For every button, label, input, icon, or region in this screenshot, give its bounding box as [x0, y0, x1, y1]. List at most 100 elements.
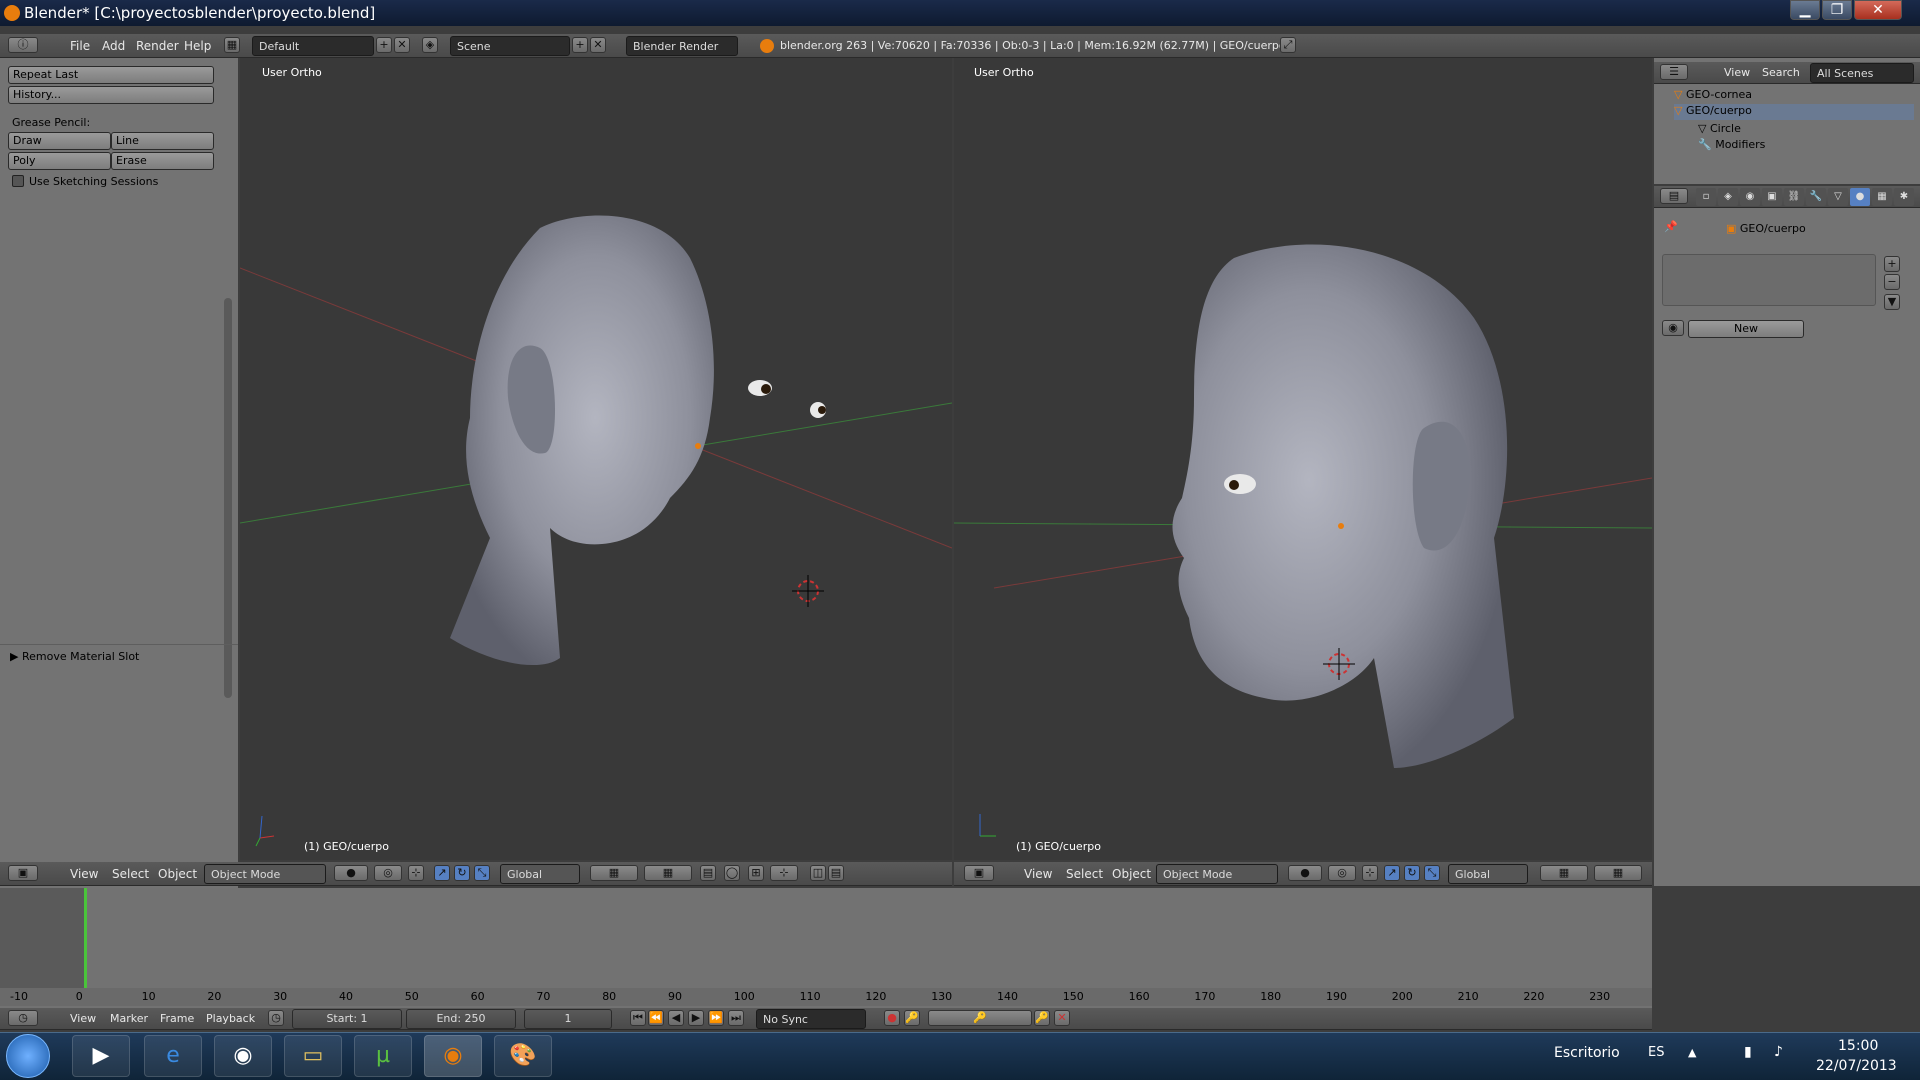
keying-set-icon[interactable]: 🔑 — [904, 1010, 920, 1026]
maximize-button[interactable]: ❐ — [1822, 0, 1852, 20]
viewport-right[interactable]: User Ortho (1) GEO/cuerpo — [954, 58, 1652, 860]
timeline-frame-menu[interactable]: Frame — [160, 1012, 194, 1025]
play-icon[interactable]: ▶ — [688, 1010, 704, 1026]
rotate-icon[interactable]: ↻ — [454, 865, 470, 881]
end-frame-field[interactable]: End: 250 — [406, 1009, 516, 1029]
history-button[interactable]: History... — [8, 86, 214, 104]
timeline-ruler[interactable]: -10 0 10 20 30 40 50 60 70 80 90 100 110 120 130 140 150… — [0, 988, 1652, 1006]
object-menu[interactable]: Object — [1112, 867, 1151, 881]
scale-icon[interactable]: ⤡ — [1424, 865, 1440, 881]
delete-keyframe-icon[interactable]: ✕ — [1054, 1010, 1070, 1026]
keying-set-field-icon[interactable]: 🔑 — [928, 1010, 1032, 1026]
operator-panel-header[interactable]: ▶ Remove Material Slot — [10, 650, 139, 663]
shading-icon[interactable]: ● — [1288, 865, 1322, 881]
start-frame-field[interactable]: Start: 1 — [292, 1009, 402, 1029]
delete-scene-icon[interactable]: ✕ — [590, 37, 606, 53]
utorrent-icon[interactable]: µ — [354, 1035, 412, 1077]
record-icon[interactable]: ● — [884, 1010, 900, 1026]
preview-range-icon[interactable]: ◷ — [268, 1010, 284, 1026]
insert-keyframe-icon[interactable]: 🔑 — [1034, 1010, 1050, 1026]
current-frame-field[interactable]: 1 — [524, 1009, 612, 1029]
material-tab-icon[interactable]: ● — [1850, 188, 1870, 206]
manipulator-icon[interactable]: ⊹ — [1362, 865, 1378, 881]
scene-icon[interactable]: ◈ — [422, 37, 438, 53]
timeline-area[interactable]: -10 0 10 20 30 40 50 60 70 80 90 100 110 120 130 140 150… — [0, 888, 1652, 1010]
chrome-icon[interactable]: ◉ — [214, 1035, 272, 1077]
show-desktop-label[interactable]: Escritorio — [1554, 1045, 1620, 1061]
rotate-icon[interactable]: ↻ — [1404, 865, 1420, 881]
slot-menu-icon[interactable]: ▼ — [1884, 294, 1900, 310]
jump-start-icon[interactable]: ⏮ — [630, 1010, 646, 1026]
erase-button[interactable]: Erase — [111, 152, 214, 170]
modifiers-tab-icon[interactable]: 🔧 — [1806, 188, 1826, 206]
data-tab-icon[interactable]: ▽ — [1828, 188, 1848, 206]
language-indicator[interactable]: ES — [1648, 1045, 1664, 1060]
transform-orientation-select[interactable]: Global — [1448, 864, 1528, 884]
menu-render[interactable]: Render — [136, 39, 179, 53]
play-reverse-icon[interactable]: ◀ — [668, 1010, 684, 1026]
editor-type-icon[interactable]: ▣ — [8, 865, 38, 881]
snap-icon[interactable]: ⊞ — [748, 865, 764, 881]
timeline-view-menu[interactable]: View — [70, 1012, 96, 1025]
scene-field[interactable]: Scene — [450, 36, 570, 56]
select-menu[interactable]: Select — [1066, 867, 1103, 881]
outliner-item[interactable]: ▽ Circle — [1698, 122, 1898, 138]
outliner-search-menu[interactable]: Search — [1762, 66, 1800, 79]
layers2-icon[interactable]: ▦ — [1594, 865, 1642, 881]
render-icon[interactable]: ◫ — [810, 865, 826, 881]
toolshelf-scrollbar[interactable] — [224, 298, 232, 698]
render-engine-select[interactable]: Blender Render — [626, 36, 738, 56]
line-button[interactable]: Line — [111, 132, 214, 150]
editor-type-icon[interactable]: ▤ — [1660, 188, 1688, 204]
tray-arrow-icon[interactable]: ▲ — [1688, 1046, 1696, 1059]
pivot-icon[interactable]: ◎ — [374, 865, 402, 881]
editor-type-icon[interactable]: ⓘ — [8, 37, 38, 53]
shading-icon[interactable]: ● — [334, 865, 368, 881]
menu-help[interactable]: Help — [184, 39, 211, 53]
translate-icon[interactable]: ↗ — [1384, 865, 1400, 881]
outliner-item[interactable]: ▽ GEO-cornea — [1674, 88, 1914, 104]
material-slot-list[interactable] — [1662, 254, 1876, 306]
menu-file[interactable]: File — [70, 39, 90, 53]
particles-tab-icon[interactable]: ✱ — [1894, 188, 1914, 206]
manipulator-icon[interactable]: ⊹ — [408, 865, 424, 881]
mode-select[interactable]: Object Mode — [1156, 864, 1278, 884]
jump-keyframe-back-icon[interactable]: ⏪ — [648, 1010, 664, 1026]
layers2-icon[interactable]: ▦ — [644, 865, 692, 881]
use-sketching-checkbox[interactable] — [12, 175, 24, 187]
scale-icon[interactable]: ⤡ — [474, 865, 490, 881]
add-scene-icon[interactable]: + — [572, 37, 588, 53]
clock-time[interactable]: 15:00 — [1838, 1038, 1878, 1054]
media-player-icon[interactable]: ▶ — [72, 1035, 130, 1077]
translate-icon[interactable]: ↗ — [434, 865, 450, 881]
close-button[interactable]: ✕ — [1854, 0, 1902, 20]
timeline-marker-menu[interactable]: Marker — [110, 1012, 148, 1025]
remove-slot-icon[interactable]: − — [1884, 274, 1900, 290]
viewport-left[interactable]: User Ortho (1) GEO/cuerpo — [240, 58, 952, 860]
paint-icon[interactable]: 🎨 — [494, 1035, 552, 1077]
screen-layout-field[interactable]: Default — [252, 36, 374, 56]
blender-taskbar-icon[interactable]: ◉ — [424, 1035, 482, 1077]
jump-end-icon[interactable]: ⏭ — [728, 1010, 744, 1026]
volume-icon[interactable]: ♪ — [1774, 1044, 1783, 1060]
object-tab-icon[interactable]: ▣ — [1762, 188, 1782, 206]
fullscreen-icon[interactable]: ⤢ — [1280, 37, 1296, 53]
mode-select[interactable]: Object Mode — [204, 864, 326, 884]
render-tab-icon[interactable]: ▫ — [1696, 188, 1716, 206]
pin-icon[interactable]: 📌 — [1664, 220, 1678, 233]
outliner-item[interactable]: 🔧 Modifiers — [1698, 138, 1898, 154]
timeline-playback-menu[interactable]: Playback — [206, 1012, 255, 1025]
view-menu[interactable]: View — [1024, 867, 1052, 881]
proportional-icon[interactable]: ◯ — [724, 865, 740, 881]
transform-orientation-select[interactable]: Global — [500, 864, 580, 884]
object-menu[interactable]: Object — [158, 867, 197, 881]
current-frame-line[interactable] — [84, 888, 87, 990]
scene-tab-icon[interactable]: ◈ — [1718, 188, 1738, 206]
snap-element-icon[interactable]: ⊹ — [770, 865, 798, 881]
select-menu[interactable]: Select — [112, 867, 149, 881]
jump-keyframe-forward-icon[interactable]: ⏩ — [708, 1010, 724, 1026]
repeat-last-button[interactable]: Repeat Last — [8, 66, 214, 84]
network-icon[interactable]: ▮ — [1744, 1044, 1752, 1060]
editor-type-icon[interactable]: ▣ — [964, 865, 994, 881]
draw-button[interactable]: Draw — [8, 132, 111, 150]
